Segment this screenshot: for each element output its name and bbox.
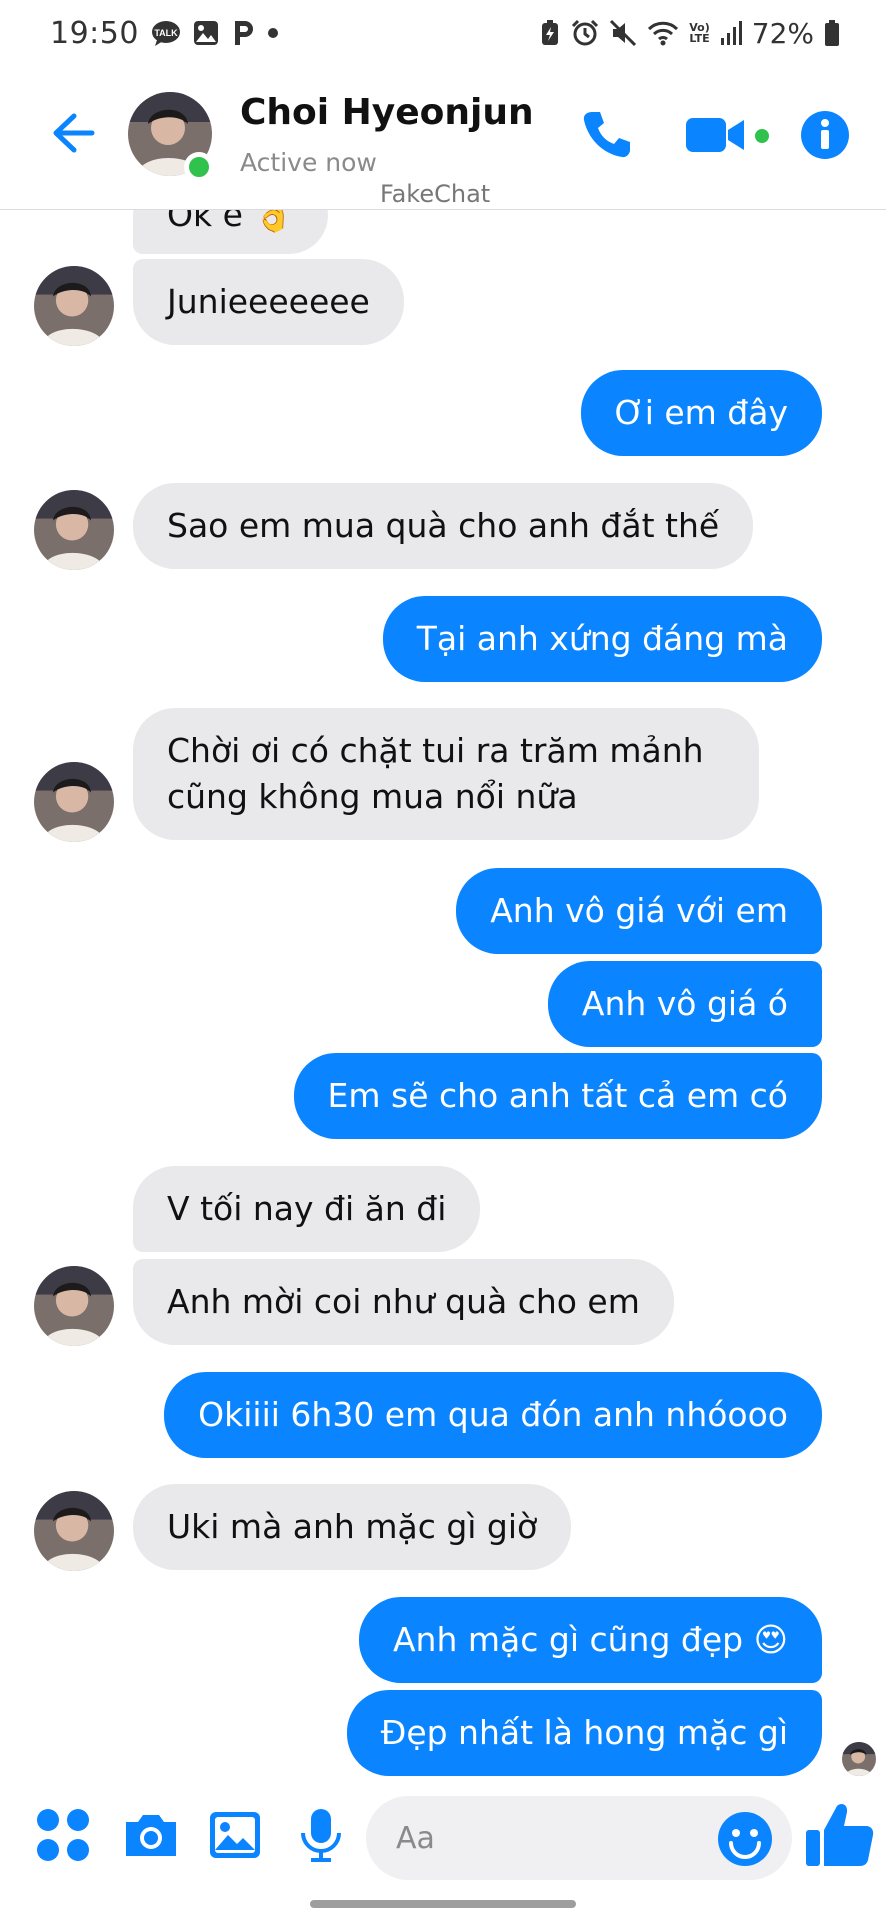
voice-record-button[interactable]	[292, 1806, 350, 1864]
microphone-icon	[301, 1809, 341, 1862]
apps-icon	[37, 1809, 89, 1861]
active-status-dot	[184, 152, 214, 182]
thumbs-up-icon	[806, 1804, 874, 1866]
emoji-icon	[718, 1812, 772, 1866]
message-outgoing[interactable]: Đẹp nhất là hong mặc gì	[346, 1690, 822, 1776]
sender-avatar	[34, 490, 114, 570]
wifi-icon	[647, 19, 679, 47]
volte-bottom-text: LTE	[689, 32, 710, 45]
contact-status: Active now	[240, 148, 377, 177]
emoji-button[interactable]	[716, 1810, 774, 1868]
gallery-button[interactable]	[206, 1806, 264, 1864]
talk-icon: TALK	[151, 20, 181, 46]
message-incoming[interactable]: Junieeeeeee	[133, 259, 404, 345]
status-bar: 19:50 TALK Vo) LTE 72%	[0, 0, 886, 66]
avatar-photo	[34, 490, 114, 570]
video-call-button[interactable]	[686, 114, 746, 154]
avatar-photo	[34, 1266, 114, 1346]
battery-percent: 72%	[751, 16, 814, 50]
apps-button[interactable]	[34, 1806, 92, 1864]
messenger-chat-screen: 19:50 TALK Vo) LTE 72% Choi Hyeonjun Act…	[0, 0, 886, 1920]
talk-badge-text: TALK	[154, 28, 178, 38]
video-camera-icon	[686, 118, 744, 152]
message-composer	[0, 1776, 886, 1898]
back-arrow-icon	[53, 113, 95, 153]
image-icon	[210, 1812, 260, 1858]
contact-name[interactable]: Choi Hyeonjun	[240, 92, 534, 133]
message-outgoing[interactable]: Anh vô giá ó	[547, 961, 822, 1047]
message-outgoing[interactable]: Ơi em đây	[580, 370, 822, 456]
avatar-photo	[842, 1742, 876, 1776]
info-icon	[801, 111, 849, 159]
message-outgoing[interactable]: Tại anh xứng đáng mà	[382, 596, 822, 682]
voice-call-button[interactable]	[578, 106, 634, 162]
sender-avatar	[34, 1266, 114, 1346]
alarm-icon	[571, 19, 599, 47]
battery-saver-icon	[539, 19, 561, 47]
message-incoming[interactable]: Uki mà anh mặc gì giờ	[133, 1484, 572, 1570]
avatar-photo	[34, 762, 114, 842]
bolt-icon	[231, 19, 255, 47]
mute-icon	[609, 19, 637, 47]
video-active-dot	[752, 126, 772, 146]
status-time: 19:50	[50, 15, 139, 51]
sender-avatar	[34, 266, 114, 346]
message-incoming[interactable]: Sao em mua quà cho anh đắt thế	[133, 483, 754, 569]
volte-indicator: Vo) LTE	[689, 22, 710, 44]
info-button[interactable]	[800, 110, 850, 160]
notification-dot	[267, 27, 279, 39]
avatar-photo	[34, 1491, 114, 1571]
camera-icon	[126, 1815, 176, 1856]
message-outgoing[interactable]: Anh mặc gì cũng đẹp 😍	[358, 1597, 822, 1683]
camera-button[interactable]	[122, 1806, 180, 1864]
message-outgoing[interactable]: Okiiii 6h30 em qua đón anh nhóooo	[164, 1372, 822, 1458]
fakechat-watermark: FakeChat	[380, 180, 491, 208]
chat-header: Choi Hyeonjun Active now FakeChat	[0, 66, 886, 210]
like-button[interactable]	[804, 1798, 876, 1870]
message-outgoing[interactable]: Anh vô giá với em	[456, 868, 822, 954]
sender-avatar	[34, 762, 114, 842]
battery-icon	[824, 19, 840, 47]
message-incoming[interactable]: V tối nay đi ăn đi	[133, 1166, 481, 1252]
seen-receipt-avatar	[842, 1742, 876, 1776]
signal-icon	[720, 20, 742, 46]
home-indicator[interactable]	[310, 1900, 576, 1908]
message-incoming[interactable]: Anh mời coi như quà cho em	[133, 1259, 674, 1345]
avatar-photo	[34, 266, 114, 346]
message-outgoing[interactable]: Em sẽ cho anh tất cả em có	[293, 1053, 822, 1139]
back-button[interactable]	[44, 106, 98, 160]
message-incoming[interactable]: Chời ơi có chặt tui ra trăm mảnh cũng kh…	[133, 708, 759, 840]
sender-avatar	[34, 1491, 114, 1571]
phone-icon	[583, 112, 630, 158]
gallery-icon	[193, 20, 219, 46]
